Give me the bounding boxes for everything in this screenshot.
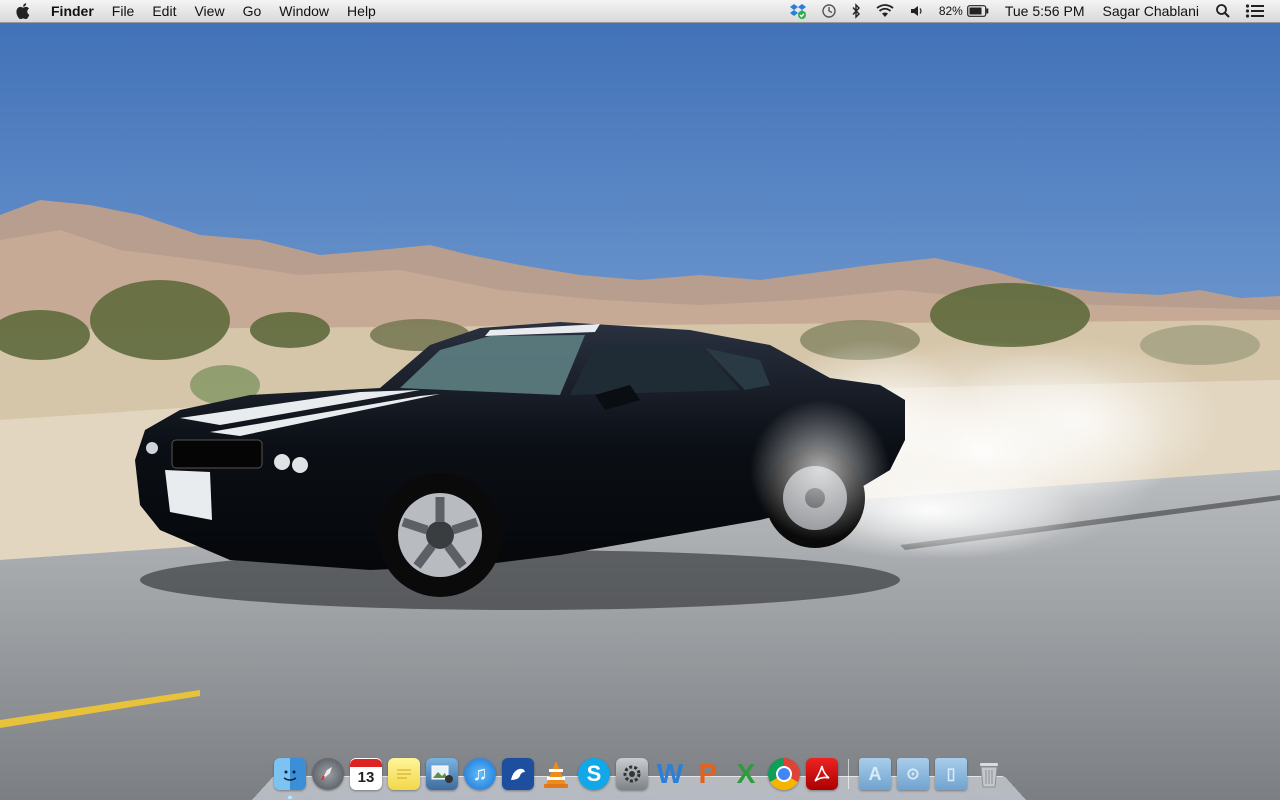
- battery-percent: 82%: [938, 4, 963, 18]
- adobe-reader-icon[interactable]: [806, 758, 838, 790]
- microsoft-powerpoint-icon[interactable]: P: [692, 758, 724, 790]
- microsoft-word-icon[interactable]: W: [654, 758, 686, 790]
- battery-status[interactable]: 82%: [932, 0, 996, 22]
- google-chrome-icon[interactable]: [768, 758, 800, 790]
- spotlight-icon[interactable]: [1208, 0, 1238, 22]
- stickies-icon[interactable]: [388, 758, 420, 790]
- wifi-icon[interactable]: [868, 0, 902, 22]
- dock-separator: [848, 759, 849, 789]
- menu-file[interactable]: File: [103, 0, 144, 22]
- time-machine-icon[interactable]: [814, 0, 844, 22]
- menu-go[interactable]: Go: [234, 0, 271, 22]
- word-label: W: [656, 758, 684, 789]
- menu-bar: Finder File Edit View Go Window Help 82%…: [0, 0, 1280, 23]
- menu-help[interactable]: Help: [338, 0, 385, 22]
- launchpad-icon[interactable]: [312, 758, 344, 790]
- notification-center-icon[interactable]: [1238, 0, 1272, 22]
- cyberduck-icon[interactable]: [502, 758, 534, 790]
- vlc-icon[interactable]: [540, 758, 572, 790]
- menu-edit[interactable]: Edit: [143, 0, 185, 22]
- menu-user-name[interactable]: Sagar Chablani: [1093, 0, 1208, 22]
- bluetooth-icon[interactable]: [844, 0, 868, 22]
- calendar-date: 13: [357, 769, 375, 786]
- itunes-icon[interactable]: ♫: [464, 758, 496, 790]
- menu-window[interactable]: Window: [270, 0, 338, 22]
- desktop-wallpaper: [0, 0, 1280, 800]
- applications-folder-icon[interactable]: A: [859, 758, 891, 790]
- dropbox-icon[interactable]: [782, 0, 814, 22]
- documents-folder-icon[interactable]: ▯: [935, 758, 967, 790]
- finder-icon[interactable]: [274, 758, 306, 799]
- powerpoint-label: P: [698, 758, 718, 789]
- dock: 13 ♫ S W P X A ⊙ ▯: [252, 756, 1026, 800]
- skype-icon[interactable]: S: [578, 758, 610, 790]
- menu-view[interactable]: View: [185, 0, 233, 22]
- apple-menu-icon[interactable]: [0, 3, 42, 19]
- menu-app-name[interactable]: Finder: [42, 0, 103, 22]
- system-preferences-icon[interactable]: [616, 758, 648, 790]
- trash-icon[interactable]: [973, 758, 1005, 790]
- downloads-folder-icon[interactable]: ⊙: [897, 758, 929, 790]
- menu-clock[interactable]: Tue 5:56 PM: [996, 0, 1094, 22]
- calendar-icon[interactable]: 13: [350, 758, 382, 790]
- running-indicator: [288, 796, 292, 799]
- battery-icon: [966, 5, 989, 17]
- microsoft-excel-icon[interactable]: X: [730, 758, 762, 790]
- volume-icon[interactable]: [902, 0, 932, 22]
- excel-label: X: [736, 758, 756, 789]
- iphoto-icon[interactable]: [426, 758, 458, 790]
